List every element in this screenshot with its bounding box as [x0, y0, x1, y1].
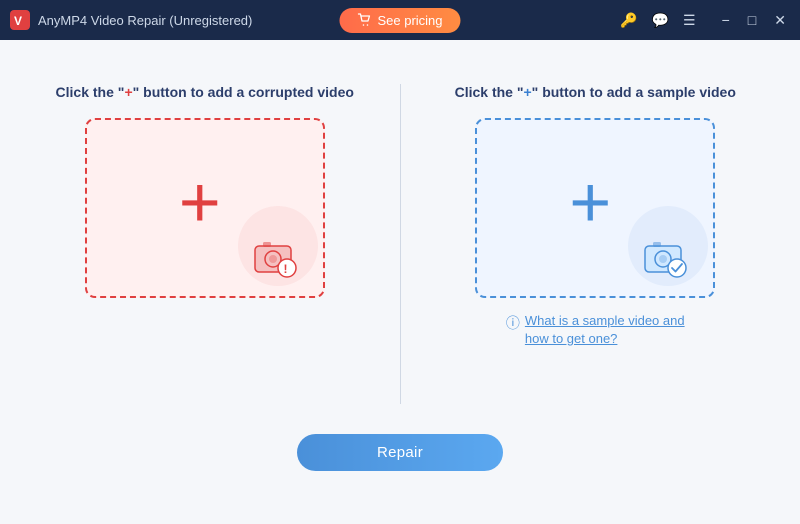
maximize-button[interactable]: □	[744, 10, 760, 30]
svg-text:V: V	[14, 14, 22, 28]
close-button[interactable]: ✕	[770, 10, 790, 31]
cart-icon	[357, 13, 371, 27]
sample-video-help-link[interactable]: ⓘ What is a sample video andhow to get o…	[506, 312, 685, 348]
see-pricing-label: See pricing	[377, 13, 442, 28]
titlebar: V AnyMP4 Video Repair (Unregistered) See…	[0, 0, 800, 40]
corrupted-plus-icon: +	[179, 167, 221, 239]
panels: Click the "+" button to add a corrupted …	[40, 84, 760, 404]
corrupted-plus-symbol: +	[124, 84, 132, 100]
menu-icon[interactable]: ☰	[683, 12, 696, 29]
help-circle-icon: ⓘ	[506, 313, 520, 333]
key-icon[interactable]: 🔑	[620, 12, 637, 29]
corrupted-video-panel: Click the "+" button to add a corrupted …	[40, 84, 370, 298]
window-controls: − □ ✕	[718, 10, 790, 31]
sample-plus-symbol: +	[523, 84, 531, 100]
minimize-button[interactable]: −	[718, 10, 734, 30]
repair-button-wrap: Repair	[297, 434, 503, 471]
help-link-text: What is a sample video andhow to get one…	[525, 312, 685, 348]
panel-divider	[400, 84, 401, 404]
add-sample-video-button[interactable]: +	[475, 118, 715, 298]
svg-text:!: !	[283, 262, 287, 276]
corrupted-camera-icon: !	[249, 236, 301, 278]
titlebar-left: V AnyMP4 Video Repair (Unregistered)	[10, 10, 252, 30]
app-logo-icon: V	[10, 10, 30, 30]
sample-panel-title: Click the "+" button to add a sample vid…	[455, 84, 736, 100]
corrupted-panel-title: Click the "+" button to add a corrupted …	[56, 84, 354, 100]
repair-button[interactable]: Repair	[297, 434, 503, 471]
sample-video-panel: Click the "+" button to add a sample vid…	[431, 84, 761, 348]
see-pricing-button[interactable]: See pricing	[339, 8, 460, 33]
chat-icon[interactable]: 💬	[652, 12, 669, 29]
app-title: AnyMP4 Video Repair (Unregistered)	[38, 13, 252, 28]
sample-plus-icon: +	[569, 167, 611, 239]
main-content: Click the "+" button to add a corrupted …	[0, 40, 800, 524]
titlebar-right: 🔑 💬 ☰ − □ ✕	[620, 10, 790, 31]
sample-camera-icon	[639, 236, 691, 278]
add-corrupted-video-button[interactable]: + !	[85, 118, 325, 298]
titlebar-center: See pricing	[339, 8, 460, 33]
